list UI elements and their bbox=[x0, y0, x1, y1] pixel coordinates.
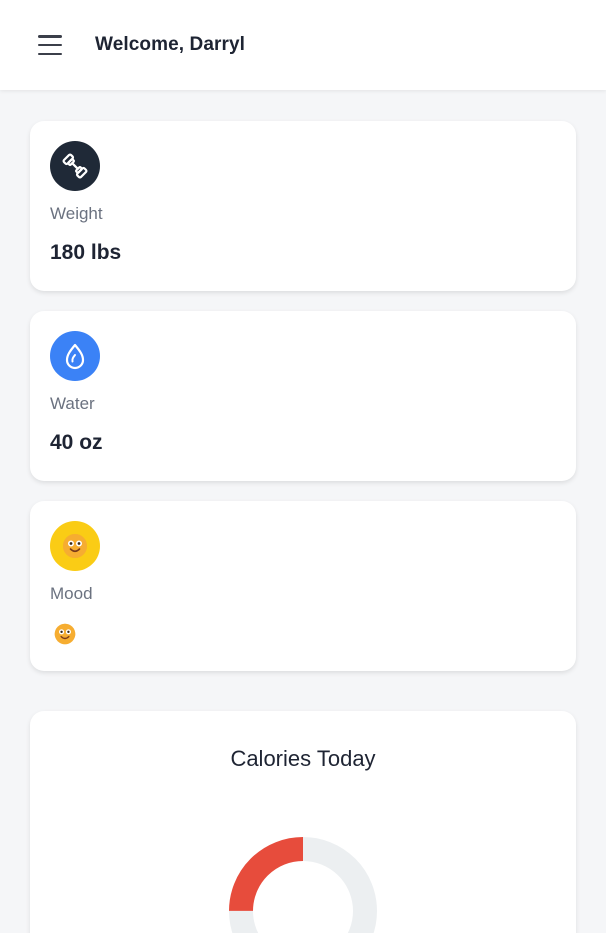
welcome-heading: Welcome, Darryl bbox=[95, 34, 246, 55]
water-card[interactable]: Water 40 oz bbox=[30, 311, 576, 481]
water-label: Water bbox=[50, 394, 95, 413]
calories-donut-chart bbox=[229, 837, 377, 933]
hamburger-menu-icon[interactable] bbox=[38, 34, 62, 56]
weight-label: Weight bbox=[50, 204, 103, 223]
water-drop-icon bbox=[50, 331, 100, 381]
dumbbell-icon bbox=[50, 141, 100, 191]
calories-card: Calories Today bbox=[30, 711, 576, 933]
mood-label: Mood bbox=[50, 584, 93, 603]
weight-card[interactable]: Weight 180 lbs bbox=[30, 121, 576, 291]
mood-value-smiley-icon bbox=[53, 622, 77, 651]
water-value: 40 oz bbox=[50, 431, 103, 454]
smiley-face-icon bbox=[50, 521, 100, 571]
weight-value: 180 lbs bbox=[50, 241, 122, 264]
top-bar: Welcome, Darryl bbox=[0, 0, 606, 90]
mood-card[interactable]: Mood bbox=[30, 501, 576, 671]
